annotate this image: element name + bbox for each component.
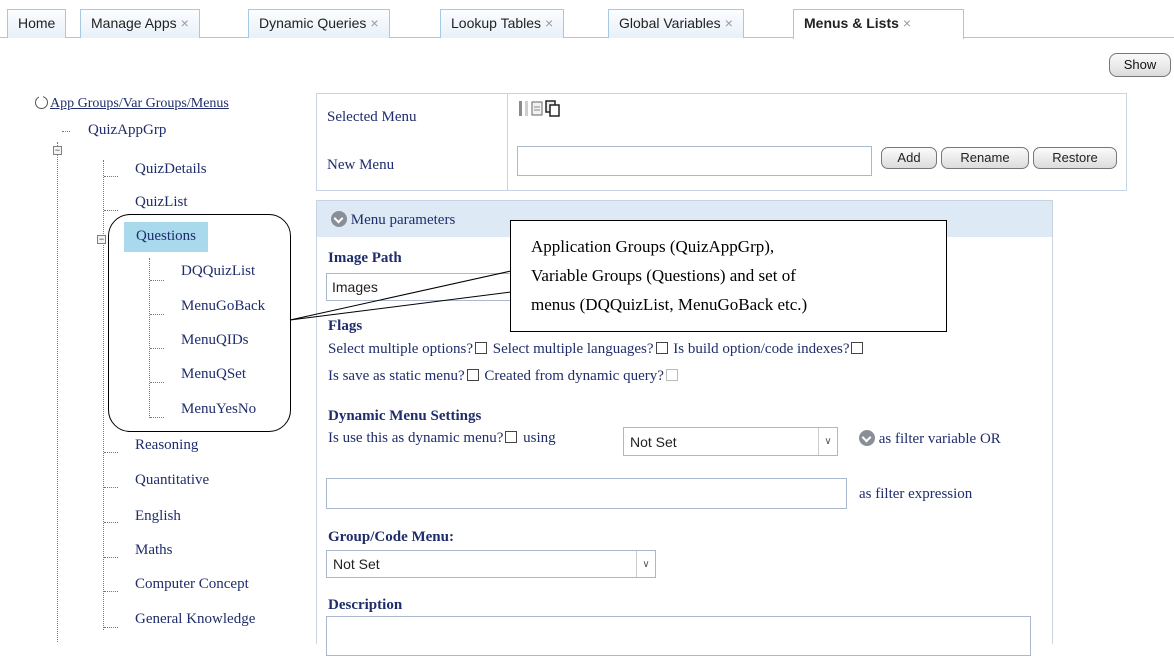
callout-line: menus (DQQuizList, MenuGoBack etc.) — [531, 295, 808, 314]
callout-line: Variable Groups (Questions) and set of — [531, 266, 796, 285]
callout-annotation: Application Groups (QuizAppGrp), Variabl… — [510, 220, 947, 332]
callout-line: Application Groups (QuizAppGrp), — [531, 237, 775, 256]
